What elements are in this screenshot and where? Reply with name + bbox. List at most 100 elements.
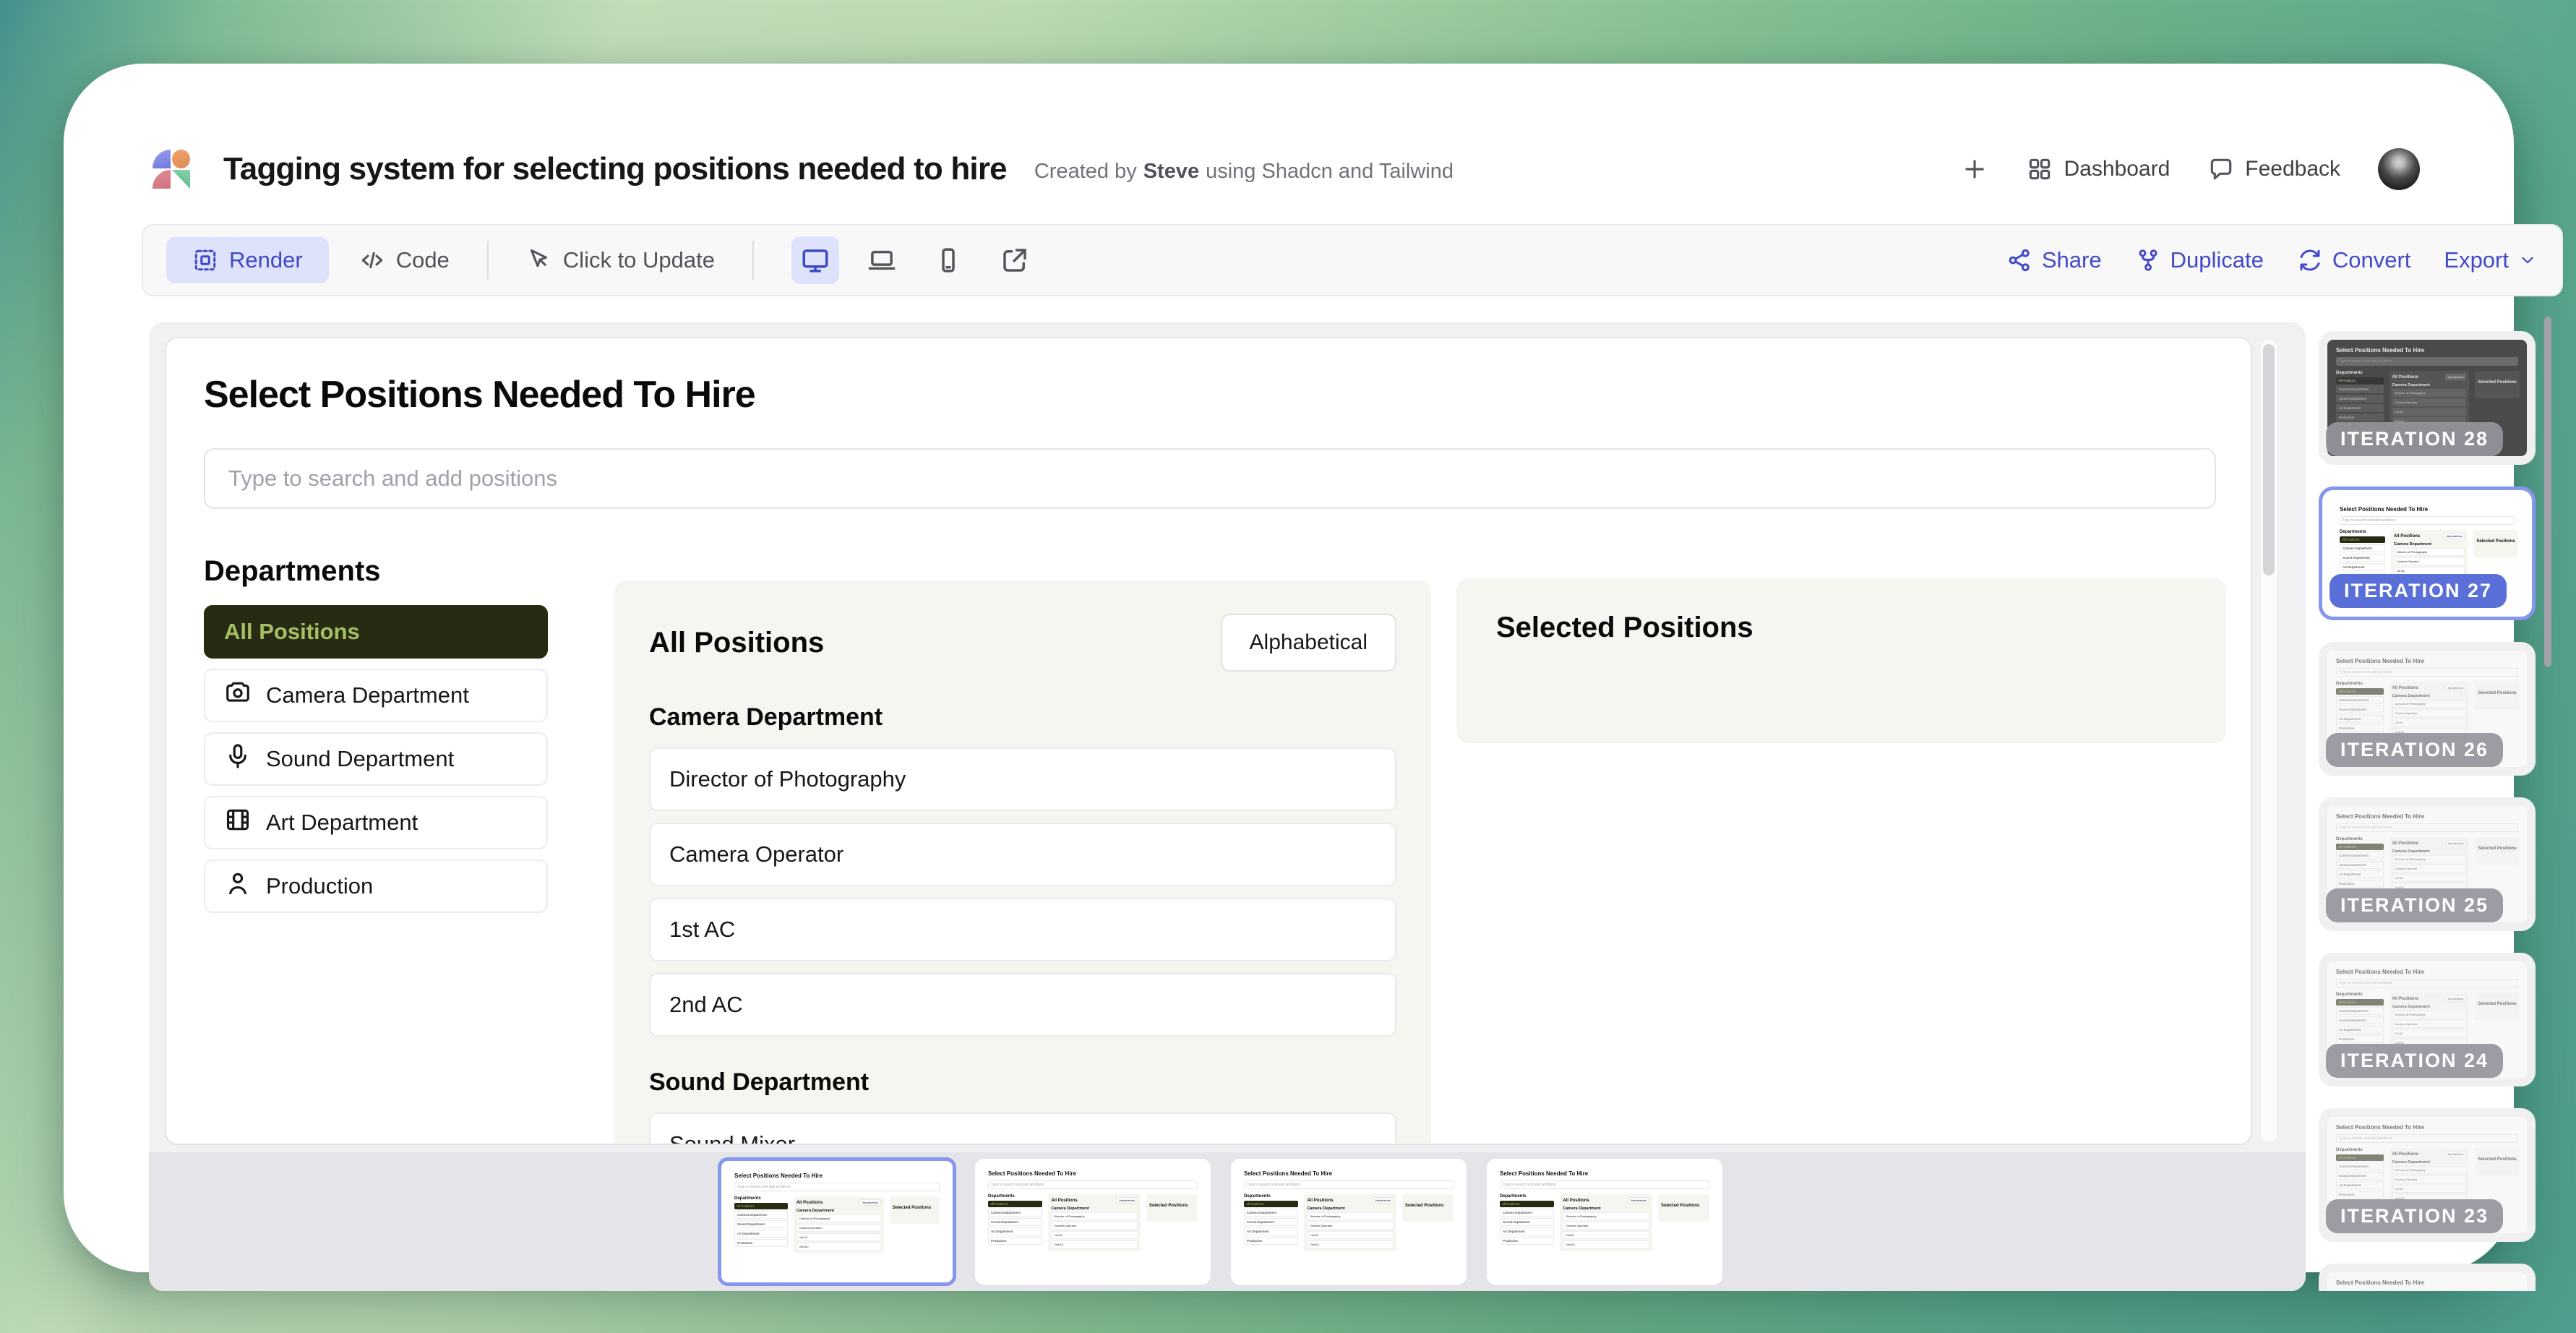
- duplicate-button[interactable]: Duplicate: [2135, 247, 2264, 273]
- window-header: Tagging system for selecting positions n…: [153, 138, 2420, 200]
- microphone-icon: [224, 742, 252, 776]
- device-laptop-button[interactable]: [858, 236, 906, 284]
- tab-render[interactable]: Render: [166, 237, 329, 283]
- department-button[interactable]: Sound Department: [204, 732, 548, 786]
- positions-section-heading: Sound Department: [649, 1068, 1396, 1097]
- click-to-update-button[interactable]: Click to Update: [526, 247, 715, 273]
- render-label: Render: [229, 247, 303, 273]
- department-button[interactable]: Camera Department: [204, 669, 548, 722]
- departments-column: Departments All Positions Camera Departm…: [204, 555, 548, 913]
- version-thumbnail[interactable]: Select Positions Needed To Hire Type to …: [1229, 1157, 1468, 1286]
- app-title: Select Positions Needed To Hire: [204, 373, 755, 416]
- department-button[interactable]: Production: [204, 860, 548, 913]
- sort-alphabetical-button[interactable]: Alphabetical: [1221, 614, 1396, 672]
- chevron-down-icon: [2518, 251, 2537, 270]
- device-mobile-button[interactable]: [924, 236, 972, 284]
- laptop-icon: [867, 245, 897, 275]
- departments-list: All Positions Camera Department Sound De…: [204, 605, 548, 913]
- version-thumbnail-preview: Select Positions Needed To Hire Type to …: [1235, 1163, 1462, 1280]
- sidebar-scrollbar-thumb[interactable]: [2544, 317, 2551, 667]
- iteration-card[interactable]: Select Positions Needed To Hire Type to …: [2319, 953, 2536, 1086]
- version-thumbnail[interactable]: Select Positions Needed To Hire Type to …: [718, 1157, 956, 1286]
- tab-code[interactable]: Code: [359, 247, 450, 273]
- iteration-badge: ITERATION 28: [2326, 422, 2503, 456]
- version-thumbnail-preview: Select Positions Needed To Hire Type to …: [726, 1165, 948, 1278]
- smartphone-icon: [933, 245, 963, 275]
- code-label: Code: [396, 247, 450, 273]
- dashboard-grid-icon: [2026, 155, 2053, 183]
- iteration-card[interactable]: Select Positions Needed To Hire Type to …: [2319, 642, 2536, 776]
- toolbar: Render Code Click to Update: [142, 224, 2563, 296]
- dashboard-button[interactable]: Dashboard: [2026, 155, 2170, 183]
- byline-suffix: using Shadcn and Tailwind: [1206, 160, 1454, 184]
- device-desktop-button[interactable]: [791, 236, 839, 284]
- departments-heading: Departments: [204, 555, 548, 588]
- iteration-badge: ITERATION 23: [2326, 1199, 2503, 1233]
- feedback-button[interactable]: Feedback: [2207, 155, 2340, 183]
- export-button[interactable]: Export: [2444, 247, 2537, 273]
- feedback-label: Feedback: [2245, 157, 2340, 181]
- iteration-badge: ITERATION 26: [2326, 733, 2503, 767]
- share-label: Share: [2042, 247, 2102, 273]
- versions-strip: Select Positions Needed To Hire Type to …: [149, 1152, 2306, 1291]
- external-link-icon: [1000, 245, 1030, 275]
- iterations-sidebar: Select Positions Needed To Hire Type to …: [2319, 322, 2557, 1291]
- department-label: All Positions: [224, 619, 360, 645]
- open-preview-button[interactable]: [991, 236, 1039, 284]
- convert-label: Convert: [2332, 247, 2411, 273]
- share-nodes-icon: [2006, 247, 2032, 273]
- render-icon: [192, 247, 218, 273]
- app-card-scrollbar-thumb[interactable]: [2263, 344, 2275, 575]
- chat-bubble-icon: [2207, 155, 2235, 183]
- toolbar-divider: [752, 241, 754, 280]
- version-thumbnail-preview: Select Positions Needed To Hire Type to …: [1491, 1163, 1718, 1280]
- department-button[interactable]: All Positions: [204, 605, 548, 659]
- background: Tagging system for selecting positions n…: [0, 0, 2576, 1333]
- iteration-card[interactable]: Select Positions Needed To Hire Type to …: [2319, 1264, 2536, 1291]
- iteration-badge: ITERATION 24: [2326, 1044, 2503, 1078]
- cursor-icon: [526, 247, 552, 273]
- version-thumbnail[interactable]: Select Positions Needed To Hire Type to …: [1485, 1157, 1724, 1286]
- positions-section: Camera Department Director of Photograph…: [649, 703, 1396, 1037]
- position-row[interactable]: Director of Photography: [649, 747, 1396, 811]
- selected-positions-heading: Selected Positions: [1496, 612, 2186, 644]
- convert-button[interactable]: Convert: [2297, 247, 2411, 273]
- iteration-badge: ITERATION 25: [2326, 888, 2503, 922]
- device-switcher: [791, 236, 1039, 284]
- position-row[interactable]: Camera Operator: [649, 823, 1396, 886]
- app-card-scrollbar[interactable]: [2261, 340, 2277, 1142]
- render-area: Select Positions Needed To Hire Departme…: [149, 322, 2306, 1291]
- search-input[interactable]: [204, 448, 2216, 509]
- iteration-card[interactable]: Select Positions Needed To Hire Type to …: [2319, 331, 2536, 465]
- page-title: Tagging system for selecting positions n…: [223, 151, 1007, 187]
- byline: Created by Steve using Shadcn and Tailwi…: [1034, 160, 1454, 184]
- iteration-card[interactable]: Select Positions Needed To Hire Type to …: [2319, 487, 2536, 620]
- iteration-card[interactable]: Select Positions Needed To Hire Type to …: [2319, 797, 2536, 931]
- positions-panel-heading: All Positions: [649, 627, 824, 659]
- new-project-button[interactable]: [1961, 155, 1988, 183]
- positions-section-heading: Camera Department: [649, 703, 1396, 732]
- dashboard-label: Dashboard: [2064, 157, 2170, 181]
- position-row[interactable]: 2nd AC: [649, 973, 1396, 1037]
- department-label: Camera Department: [266, 682, 469, 708]
- avatar[interactable]: [2378, 148, 2420, 190]
- version-thumbnail-preview: Select Positions Needed To Hire Type to …: [979, 1163, 1206, 1280]
- iteration-card[interactable]: Select Positions Needed To Hire Type to …: [2319, 1108, 2536, 1242]
- position-row[interactable]: Sound Mixer: [649, 1113, 1396, 1145]
- department-label: Art Department: [266, 810, 418, 836]
- department-label: Sound Department: [266, 746, 454, 772]
- share-button[interactable]: Share: [2006, 247, 2102, 273]
- rendered-app-card: Select Positions Needed To Hire Departme…: [165, 337, 2252, 1145]
- position-row[interactable]: 1st AC: [649, 898, 1396, 961]
- camera-icon: [224, 679, 252, 712]
- selected-positions-panel: Selected Positions: [1456, 578, 2226, 743]
- convert-cycle-icon: [2297, 247, 2323, 273]
- film-icon: [224, 806, 252, 839]
- user-icon: [224, 870, 252, 903]
- click-to-update-label: Click to Update: [563, 247, 715, 273]
- iteration-badge: ITERATION 27: [2330, 574, 2507, 608]
- version-thumbnail[interactable]: Select Positions Needed To Hire Type to …: [974, 1157, 1212, 1286]
- positions-section: Sound Department Sound Mixer: [649, 1068, 1396, 1145]
- department-button[interactable]: Art Department: [204, 796, 548, 849]
- app-window: Tagging system for selecting positions n…: [64, 64, 2514, 1272]
